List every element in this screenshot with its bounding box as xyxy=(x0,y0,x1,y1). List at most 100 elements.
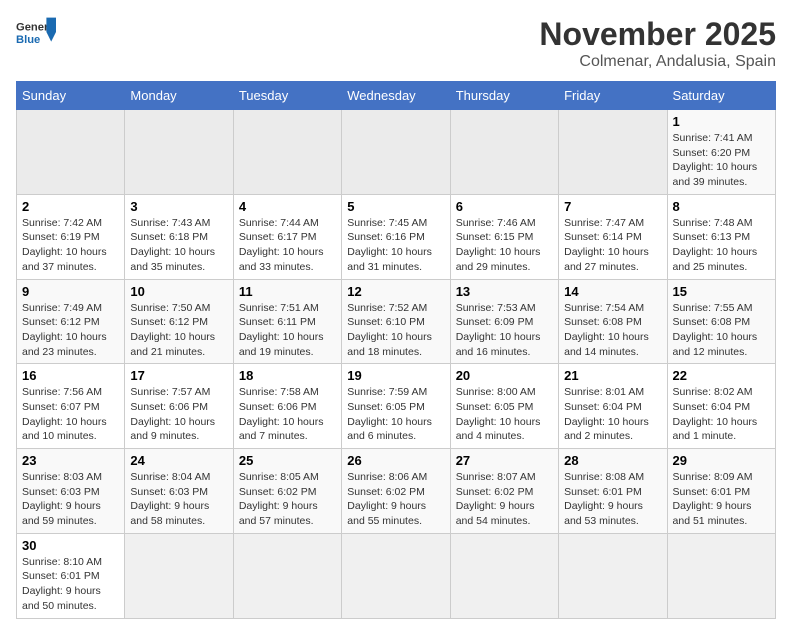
day-number: 8 xyxy=(673,199,770,214)
calendar-day-cell: 26 Sunrise: 8:06 AM Sunset: 6:02 PM Dayli… xyxy=(342,449,450,534)
day-number: 27 xyxy=(456,453,553,468)
calendar-day-cell: 11 Sunrise: 7:51 AM Sunset: 6:11 PM Dayli… xyxy=(233,279,341,364)
day-number: 9 xyxy=(22,284,119,299)
calendar-day-cell xyxy=(17,110,125,195)
day-number: 20 xyxy=(456,368,553,383)
calendar-day-cell: 9 Sunrise: 7:49 AM Sunset: 6:12 PM Daylig… xyxy=(17,279,125,364)
day-info: Sunrise: 7:44 AM Sunset: 6:17 PM Dayligh… xyxy=(239,216,336,275)
calendar-week-row: 30 Sunrise: 8:10 AM Sunset: 6:01 PM Dayli… xyxy=(17,533,776,618)
calendar-day-cell: 8 Sunrise: 7:48 AM Sunset: 6:13 PM Daylig… xyxy=(667,194,775,279)
day-info: Sunrise: 8:02 AM Sunset: 6:04 PM Dayligh… xyxy=(673,385,770,444)
day-number: 5 xyxy=(347,199,444,214)
day-info: Sunrise: 8:00 AM Sunset: 6:05 PM Dayligh… xyxy=(456,385,553,444)
day-info: Sunrise: 8:01 AM Sunset: 6:04 PM Dayligh… xyxy=(564,385,661,444)
calendar-day-cell: 2Sunrise: 7:42 AM Sunset: 6:19 PM Daylig… xyxy=(17,194,125,279)
calendar-day-cell: 19Sunrise: 7:59 AM Sunset: 6:05 PM Dayli… xyxy=(342,364,450,449)
calendar-day-cell: 27 Sunrise: 8:07 AM Sunset: 6:02 PM Dayli… xyxy=(450,449,558,534)
day-number: 18 xyxy=(239,368,336,383)
calendar-day-cell xyxy=(125,110,233,195)
day-number: 15 xyxy=(673,284,770,299)
calendar-week-row: 2Sunrise: 7:42 AM Sunset: 6:19 PM Daylig… xyxy=(17,194,776,279)
day-info: Sunrise: 7:53 AM Sunset: 6:09 PM Dayligh… xyxy=(456,301,553,360)
calendar-day-cell: 20 Sunrise: 8:00 AM Sunset: 6:05 PM Dayli… xyxy=(450,364,558,449)
calendar-day-cell: 12Sunrise: 7:52 AM Sunset: 6:10 PM Dayli… xyxy=(342,279,450,364)
day-info: Sunrise: 7:47 AM Sunset: 6:14 PM Dayligh… xyxy=(564,216,661,275)
weekday-header-cell: Tuesday xyxy=(233,82,341,110)
day-number: 6 xyxy=(456,199,553,214)
day-info: Sunrise: 7:41 AM Sunset: 6:20 PM Dayligh… xyxy=(673,131,770,190)
weekday-header-cell: Saturday xyxy=(667,82,775,110)
day-info: Sunrise: 7:48 AM Sunset: 6:13 PM Dayligh… xyxy=(673,216,770,275)
day-number: 2 xyxy=(22,199,119,214)
day-number: 4 xyxy=(239,199,336,214)
day-number: 28 xyxy=(564,453,661,468)
calendar-day-cell xyxy=(667,533,775,618)
day-info: Sunrise: 7:59 AM Sunset: 6:05 PM Dayligh… xyxy=(347,385,444,444)
day-number: 10 xyxy=(130,284,227,299)
calendar-day-cell: 18 Sunrise: 7:58 AM Sunset: 6:06 PM Dayli… xyxy=(233,364,341,449)
weekday-header-cell: Wednesday xyxy=(342,82,450,110)
day-info: Sunrise: 8:06 AM Sunset: 6:02 PM Dayligh… xyxy=(347,470,444,529)
calendar-week-row: 1 Sunrise: 7:41 AM Sunset: 6:20 PM Daylig… xyxy=(17,110,776,195)
calendar-day-cell: 30 Sunrise: 8:10 AM Sunset: 6:01 PM Dayli… xyxy=(17,533,125,618)
calendar-week-row: 23 Sunrise: 8:03 AM Sunset: 6:03 PM Dayli… xyxy=(17,449,776,534)
title-area: November 2025 Colmenar, Andalusia, Spain xyxy=(539,16,776,71)
day-info: Sunrise: 7:49 AM Sunset: 6:12 PM Dayligh… xyxy=(22,301,119,360)
calendar-day-cell: 1 Sunrise: 7:41 AM Sunset: 6:20 PM Daylig… xyxy=(667,110,775,195)
calendar-day-cell xyxy=(233,533,341,618)
calendar-day-cell: 29 Sunrise: 8:09 AM Sunset: 6:01 PM Dayli… xyxy=(667,449,775,534)
day-info: Sunrise: 7:56 AM Sunset: 6:07 PM Dayligh… xyxy=(22,385,119,444)
calendar-day-cell: 14 Sunrise: 7:54 AM Sunset: 6:08 PM Dayli… xyxy=(559,279,667,364)
calendar-day-cell: 23 Sunrise: 8:03 AM Sunset: 6:03 PM Dayli… xyxy=(17,449,125,534)
day-info: Sunrise: 8:10 AM Sunset: 6:01 PM Dayligh… xyxy=(22,555,119,614)
logo: General Blue xyxy=(16,16,56,48)
calendar-day-cell xyxy=(125,533,233,618)
calendar-day-cell: 13Sunrise: 7:53 AM Sunset: 6:09 PM Dayli… xyxy=(450,279,558,364)
day-number: 24 xyxy=(130,453,227,468)
weekday-header-cell: Monday xyxy=(125,82,233,110)
calendar-day-cell: 22Sunrise: 8:02 AM Sunset: 6:04 PM Dayli… xyxy=(667,364,775,449)
day-number: 11 xyxy=(239,284,336,299)
day-number: 14 xyxy=(564,284,661,299)
svg-text:Blue: Blue xyxy=(16,34,40,46)
day-info: Sunrise: 8:07 AM Sunset: 6:02 PM Dayligh… xyxy=(456,470,553,529)
calendar-week-row: 9 Sunrise: 7:49 AM Sunset: 6:12 PM Daylig… xyxy=(17,279,776,364)
calendar-day-cell: 15Sunrise: 7:55 AM Sunset: 6:08 PM Dayli… xyxy=(667,279,775,364)
calendar-table: SundayMondayTuesdayWednesdayThursdayFrid… xyxy=(16,81,776,619)
day-number: 26 xyxy=(347,453,444,468)
day-info: Sunrise: 7:46 AM Sunset: 6:15 PM Dayligh… xyxy=(456,216,553,275)
calendar-day-cell xyxy=(450,533,558,618)
day-info: Sunrise: 7:50 AM Sunset: 6:12 PM Dayligh… xyxy=(130,301,227,360)
calendar-day-cell xyxy=(559,533,667,618)
calendar-day-cell: 17Sunrise: 7:57 AM Sunset: 6:06 PM Dayli… xyxy=(125,364,233,449)
day-info: Sunrise: 7:58 AM Sunset: 6:06 PM Dayligh… xyxy=(239,385,336,444)
day-info: Sunrise: 7:51 AM Sunset: 6:11 PM Dayligh… xyxy=(239,301,336,360)
calendar-day-cell: 24Sunrise: 8:04 AM Sunset: 6:03 PM Dayli… xyxy=(125,449,233,534)
day-info: Sunrise: 7:54 AM Sunset: 6:08 PM Dayligh… xyxy=(564,301,661,360)
day-info: Sunrise: 7:57 AM Sunset: 6:06 PM Dayligh… xyxy=(130,385,227,444)
weekday-header-row: SundayMondayTuesdayWednesdayThursdayFrid… xyxy=(17,82,776,110)
weekday-header-cell: Friday xyxy=(559,82,667,110)
day-info: Sunrise: 8:03 AM Sunset: 6:03 PM Dayligh… xyxy=(22,470,119,529)
day-number: 29 xyxy=(673,453,770,468)
calendar-day-cell: 6 Sunrise: 7:46 AM Sunset: 6:15 PM Daylig… xyxy=(450,194,558,279)
calendar-day-cell: 7Sunrise: 7:47 AM Sunset: 6:14 PM Daylig… xyxy=(559,194,667,279)
calendar-day-cell xyxy=(450,110,558,195)
calendar-day-cell: 21 Sunrise: 8:01 AM Sunset: 6:04 PM Dayli… xyxy=(559,364,667,449)
calendar-day-cell: 4 Sunrise: 7:44 AM Sunset: 6:17 PM Daylig… xyxy=(233,194,341,279)
calendar-body: 1 Sunrise: 7:41 AM Sunset: 6:20 PM Daylig… xyxy=(17,110,776,619)
location-subtitle: Colmenar, Andalusia, Spain xyxy=(539,53,776,71)
day-number: 12 xyxy=(347,284,444,299)
day-number: 25 xyxy=(239,453,336,468)
day-number: 21 xyxy=(564,368,661,383)
calendar-day-cell xyxy=(233,110,341,195)
day-number: 30 xyxy=(22,538,119,553)
day-number: 16 xyxy=(22,368,119,383)
day-number: 23 xyxy=(22,453,119,468)
day-number: 1 xyxy=(673,114,770,129)
month-year-title: November 2025 xyxy=(539,16,776,53)
calendar-week-row: 16 Sunrise: 7:56 AM Sunset: 6:07 PM Dayli… xyxy=(17,364,776,449)
weekday-header-cell: Sunday xyxy=(17,82,125,110)
day-info: Sunrise: 8:09 AM Sunset: 6:01 PM Dayligh… xyxy=(673,470,770,529)
generalblue-logo-icon: General Blue xyxy=(16,16,56,48)
